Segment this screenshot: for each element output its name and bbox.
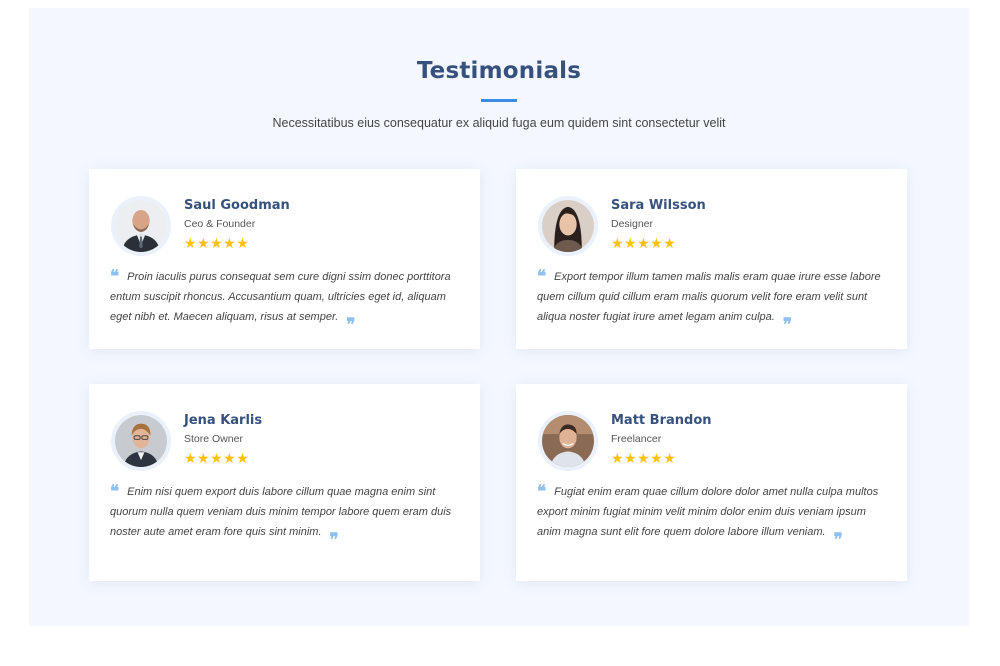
quote-left-icon: ❝ — [110, 482, 120, 502]
testimonial-role: Store Owner — [184, 433, 243, 445]
testimonial-card: Matt Brandon Freelancer ★★★★★ ❝ Fugiat en… — [516, 384, 907, 581]
testimonial-role: Ceo & Founder — [184, 218, 256, 230]
star-rating: ★★★★★ — [611, 451, 677, 467]
avatar-photo — [115, 200, 167, 252]
quote-text: Export tempor illum tamen malis malis er… — [537, 271, 881, 323]
quote-left-icon: ❝ — [537, 482, 547, 502]
quote-left-icon: ❝ — [110, 267, 120, 287]
quote-right-icon: ❞ — [833, 530, 843, 550]
section-title: Testimonials — [416, 58, 582, 84]
star-rating: ★★★★★ — [184, 236, 250, 252]
testimonial-name: Sara Wilsson — [611, 198, 706, 213]
testimonial-quote: ❝ Proin iaculis purus consequat sem cure … — [110, 267, 462, 334]
avatar — [538, 196, 598, 256]
quote-text: Fugiat enim eram quae cillum dolore dolo… — [537, 486, 879, 538]
testimonial-quote: ❝ Fugiat enim eram quae cillum dolore dol… — [537, 482, 889, 549]
testimonial-role: Designer — [611, 218, 654, 230]
quote-right-icon: ❞ — [346, 315, 356, 335]
testimonial-card: Sara Wilsson Designer ★★★★★ ❝ Export temp… — [516, 169, 907, 349]
star-rating: ★★★★★ — [611, 236, 677, 252]
avatar-photo — [542, 415, 594, 467]
quote-text: Enim nisi quem export duis labore cillum… — [110, 486, 452, 538]
testimonial-role: Freelancer — [611, 433, 662, 445]
avatar-photo — [115, 415, 167, 467]
quote-text: Proin iaculis purus consequat sem cure d… — [110, 271, 451, 323]
star-rating: ★★★★★ — [184, 451, 250, 467]
testimonial-name: Matt Brandon — [611, 413, 712, 428]
testimonial-quote: ❝ Export tempor illum tamen malis malis e… — [537, 267, 889, 334]
avatar-photo — [542, 200, 594, 252]
section-subtitle: Necessitatibus eius consequatur ex aliqu… — [272, 116, 726, 130]
testimonial-card: Saul Goodman Ceo & Founder ★★★★★ ❝ Proin … — [89, 169, 480, 349]
avatar — [538, 411, 598, 471]
title-underline — [481, 99, 517, 102]
avatar — [111, 196, 171, 256]
testimonial-quote: ❝ Enim nisi quem export duis labore cillu… — [110, 482, 462, 549]
testimonial-card: Jena Karlis Store Owner ★★★★★ ❝ Enim nisi… — [89, 384, 480, 581]
testimonial-name: Saul Goodman — [184, 198, 290, 213]
quote-right-icon: ❞ — [329, 530, 339, 550]
testimonial-name: Jena Karlis — [184, 413, 263, 428]
quote-left-icon: ❝ — [537, 267, 547, 287]
quote-right-icon: ❞ — [782, 315, 793, 335]
avatar — [111, 411, 171, 471]
